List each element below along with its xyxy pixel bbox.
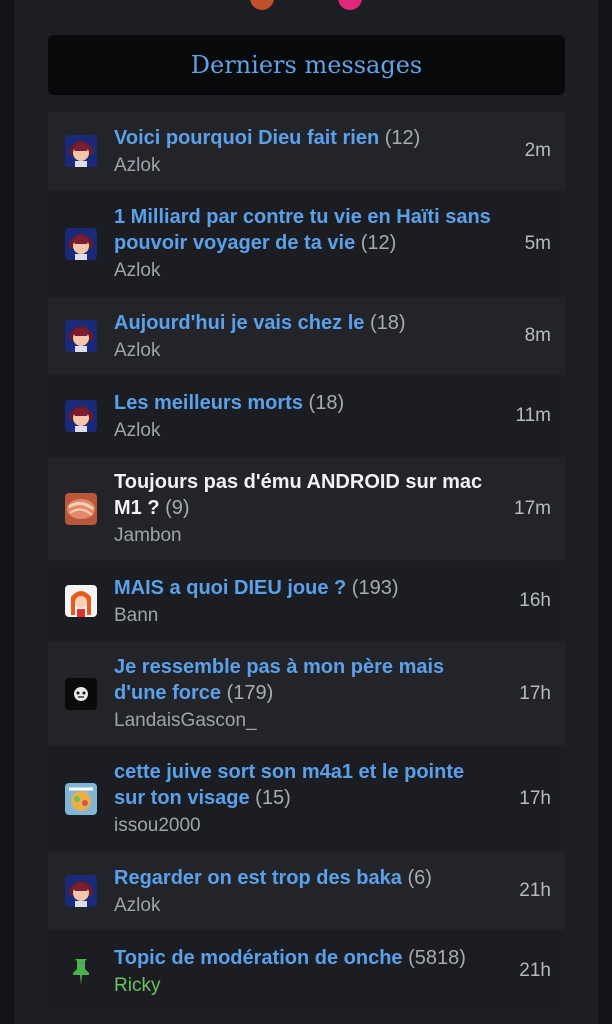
topic-time: 11m <box>515 405 551 426</box>
topic-title[interactable]: Je ressemble pas à mon père mais d'une f… <box>114 656 444 704</box>
reply-count: (15) <box>255 787 291 809</box>
anime-avatar[interactable] <box>65 227 97 260</box>
topic-author[interactable]: Azlok <box>114 419 495 443</box>
reply-count: (12) <box>360 232 397 254</box>
topic-time: 21h <box>519 960 551 981</box>
topic-time: 2m <box>524 140 551 161</box>
topic-list: Voici pourquoi Dieu fait rien (12) Azlok… <box>48 112 565 1012</box>
reply-count: (9) <box>165 497 190 519</box>
topic-row[interactable]: MAIS a quoi DIEU joue ? (193) Bann 16h <box>48 562 565 640</box>
top-avatar-partial <box>338 0 362 10</box>
topic-author[interactable]: LandaisGascon_ <box>114 709 495 733</box>
topic-author[interactable]: Azlok <box>114 339 495 363</box>
pin-icon <box>65 955 97 987</box>
reply-count: (18) <box>308 391 345 414</box>
redhead-avatar[interactable] <box>65 585 97 617</box>
section-header: Derniers messages <box>48 35 565 95</box>
reply-count: (18) <box>369 311 406 334</box>
topic-row[interactable]: Je ressemble pas à mon père mais d'une f… <box>48 642 565 745</box>
topic-row[interactable]: Toujours pas d'ému ANDROID sur mac M1 ? … <box>48 457 565 560</box>
reply-count: (12) <box>384 126 421 149</box>
topic-title[interactable]: Les meilleurs morts <box>114 392 303 414</box>
topic-time: 16h <box>519 590 551 611</box>
ham-avatar[interactable] <box>65 492 97 525</box>
topic-row[interactable]: Topic de modération de onche (5818) Rick… <box>48 932 565 1010</box>
anime-avatar[interactable] <box>65 320 97 352</box>
topic-author[interactable]: Jambon <box>114 524 495 548</box>
section-title: Derniers messages <box>190 51 423 79</box>
content-panel: Derniers messages Voici pourquoi Dieu fa… <box>14 0 598 1024</box>
topic-author[interactable]: issou2000 <box>114 814 495 838</box>
topic-author[interactable]: Ricky <box>114 974 495 998</box>
topic-author[interactable]: Azlok <box>114 894 495 918</box>
topic-author[interactable]: Bann <box>114 604 495 628</box>
colorful-avatar[interactable] <box>65 782 97 815</box>
topic-time: 17h <box>519 787 551 809</box>
topic-row[interactable]: Aujourd'hui je vais chez le (18) Azlok 8… <box>48 297 565 375</box>
anime-avatar[interactable] <box>65 135 97 167</box>
topic-row[interactable]: 1 Milliard par contre tu vie en Haïti sa… <box>48 192 565 295</box>
topic-author[interactable]: Azlok <box>114 154 495 178</box>
anime-avatar[interactable] <box>65 875 97 907</box>
anime-avatar[interactable] <box>65 400 97 432</box>
topic-time: 8m <box>524 325 551 346</box>
topic-time: 21h <box>519 880 551 901</box>
reply-count: (193) <box>351 576 399 599</box>
topic-title[interactable]: Topic de modération de onche <box>114 947 403 969</box>
topic-title[interactable]: 1 Milliard par contre tu vie en Haïti sa… <box>114 206 491 254</box>
topic-author[interactable]: Azlok <box>114 259 495 283</box>
topic-title[interactable]: Voici pourquoi Dieu fait rien <box>114 127 379 149</box>
topic-time: 17h <box>519 682 551 704</box>
topic-row[interactable]: Voici pourquoi Dieu fait rien (12) Azlok… <box>48 112 565 190</box>
topic-row[interactable]: Les meilleurs morts (18) Azlok 11m <box>48 377 565 455</box>
topic-title[interactable]: Aujourd'hui je vais chez le <box>114 312 364 334</box>
reply-count: (5818) <box>408 946 466 969</box>
topic-row[interactable]: cette juive sort son m4a1 et le pointe s… <box>48 747 565 850</box>
topic-time: 17m <box>514 497 551 519</box>
dark-avatar[interactable] <box>65 677 97 710</box>
topic-row[interactable]: Regarder on est trop des baka (6) Azlok … <box>48 852 565 930</box>
topic-time: 5m <box>524 232 551 254</box>
topic-title[interactable]: MAIS a quoi DIEU joue ? <box>114 577 346 599</box>
reply-count: (6) <box>407 866 432 889</box>
reply-count: (179) <box>226 682 274 704</box>
topic-title[interactable]: Regarder on est trop des baka <box>114 867 402 889</box>
top-avatar-partial <box>250 0 274 10</box>
